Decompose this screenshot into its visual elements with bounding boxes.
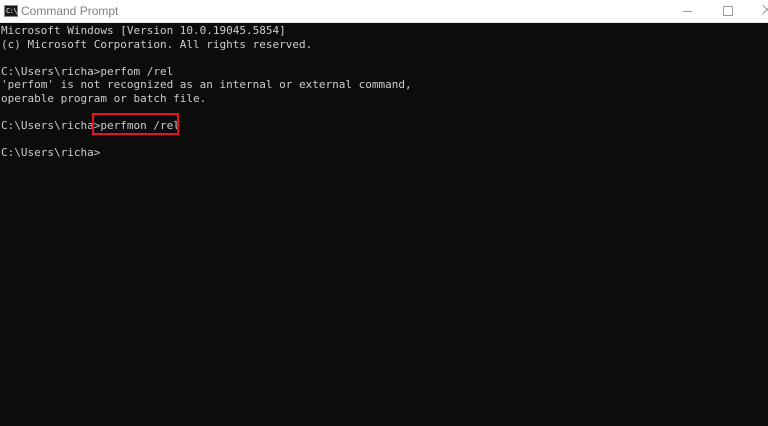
minimize-button[interactable] (668, 0, 708, 22)
console-line-copyright: (c) Microsoft Corporation. All rights re… (1, 37, 313, 51)
title-bar[interactable]: C:\ Command Prompt (0, 0, 768, 23)
minimize-icon (683, 11, 692, 12)
command-prompt-icon-glyph: C:\ (6, 7, 18, 15)
console-line-prompt[interactable]: C:\Users\richa> (1, 146, 100, 160)
console-line-error: 'perfom' is not recognized as an interna… (1, 78, 412, 91)
console-line-error-continued: operable program or batch file. (1, 91, 207, 105)
command-prompt-window: C:\ Command Prompt Microsoft Windows [Ve… (0, 0, 768, 426)
close-button[interactable] (748, 0, 768, 22)
window-title: Command Prompt (21, 4, 119, 18)
console-line-version: Microsoft Windows [Version 10.0.19045.58… (1, 24, 286, 37)
maximize-icon (723, 6, 733, 16)
console-output[interactable]: Microsoft Windows [Version 10.0.19045.58… (0, 23, 768, 426)
console-line-command-typo: C:\Users\richa>perfom /rel (1, 64, 174, 78)
maximize-button[interactable] (708, 0, 748, 22)
close-icon (761, 3, 768, 17)
console-line-command-perfmon: C:\Users\richa>perfmon /rel (1, 118, 180, 132)
command-prompt-icon[interactable]: C:\ (4, 5, 18, 17)
